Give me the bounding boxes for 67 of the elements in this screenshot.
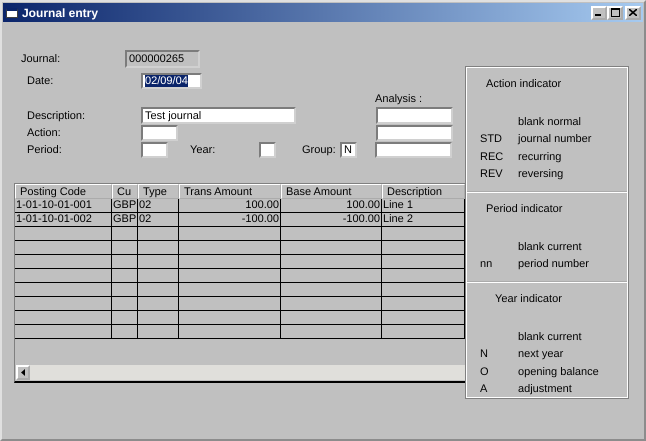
table-cell: GBP	[112, 199, 138, 212]
scroll-left-button[interactable]	[16, 365, 30, 380]
section-title: Action indicator	[486, 78, 562, 90]
column-header[interactable]: Cu	[112, 184, 138, 199]
indicator-meaning: recurring	[518, 150, 562, 163]
table-cell: GBP	[112, 213, 138, 226]
date-label: Date:	[26, 75, 54, 87]
indicator-meaning: reversing	[518, 168, 564, 180]
group-field[interactable]: N	[340, 142, 357, 158]
column-header[interactable]: Posting Code	[15, 184, 112, 199]
section-title: Period indicator	[486, 203, 564, 215]
table-cell: -100.00	[179, 213, 281, 226]
year-label: Year:	[190, 144, 216, 156]
analysis-field[interactable]	[376, 107, 453, 124]
column-header[interactable]: Base Amount	[281, 184, 382, 199]
window-icon	[6, 8, 18, 18]
column-header[interactable]: Trans Amount	[179, 184, 281, 199]
indicator-code: REV	[480, 168, 503, 180]
table-cell: Line 2	[382, 213, 465, 226]
table-cell: Line 1	[382, 199, 465, 212]
indicator-meaning: blank current	[518, 240, 582, 253]
close-icon	[629, 9, 637, 16]
indicator-meaning: period number	[518, 258, 589, 270]
year-field[interactable]	[259, 142, 276, 158]
indicator-code: A	[480, 383, 488, 396]
table-cell: -100.00	[281, 213, 382, 226]
analysis-field[interactable]	[375, 142, 452, 158]
maximize-button[interactable]	[607, 6, 623, 20]
table-cell: 100.00	[179, 199, 281, 212]
description-label: Description:	[26, 110, 86, 122]
indicator-code: REC	[480, 150, 504, 163]
indicator-meaning: blank current	[518, 330, 582, 343]
left-arrow-icon	[21, 369, 25, 376]
date-value: 02/09/04	[145, 75, 188, 87]
indicator-meaning: next year	[518, 348, 564, 360]
table-cell: 1-01-10-01-001	[15, 199, 112, 212]
table-cell: 1-01-10-01-002	[15, 213, 112, 226]
indicator-code: N	[480, 348, 488, 360]
close-button[interactable]	[625, 6, 641, 20]
table-cell: 02	[138, 213, 179, 226]
period-label: Period:	[26, 144, 63, 156]
section-title: Year indicator	[495, 293, 563, 305]
analysis-field[interactable]	[376, 125, 453, 141]
indicator-code: STD	[480, 133, 502, 146]
indicator-meaning: blank normal	[518, 116, 581, 128]
journal-field[interactable]: 000000265	[125, 50, 200, 68]
analysis-label: Analysis :	[375, 93, 422, 105]
indicator-code: nn	[480, 258, 492, 270]
maximize-icon	[610, 8, 620, 17]
indicator-meaning: adjustment	[518, 383, 572, 396]
indicator-meaning: journal number	[518, 133, 592, 146]
action-field[interactable]	[141, 125, 178, 141]
minimize-button[interactable]	[591, 6, 607, 20]
table-cell: 02	[138, 199, 179, 212]
indicator-meaning: opening balance	[518, 366, 599, 378]
column-header[interactable]: Type	[138, 184, 179, 199]
journal-label: Journal:	[20, 53, 62, 65]
table-cell: 100.00	[281, 199, 382, 212]
description-field[interactable]: Test journal	[141, 107, 296, 124]
window-title: Journal entry	[22, 6, 98, 20]
date-field[interactable]: 02/09/04	[141, 73, 202, 89]
action-label: Action:	[26, 127, 62, 139]
period-field[interactable]	[141, 142, 168, 158]
indicator-code: O	[480, 366, 489, 378]
column-header[interactable]: Description	[382, 184, 465, 199]
group-label: Group:	[302, 144, 337, 156]
horizontal-scrollbar[interactable]	[16, 365, 466, 380]
